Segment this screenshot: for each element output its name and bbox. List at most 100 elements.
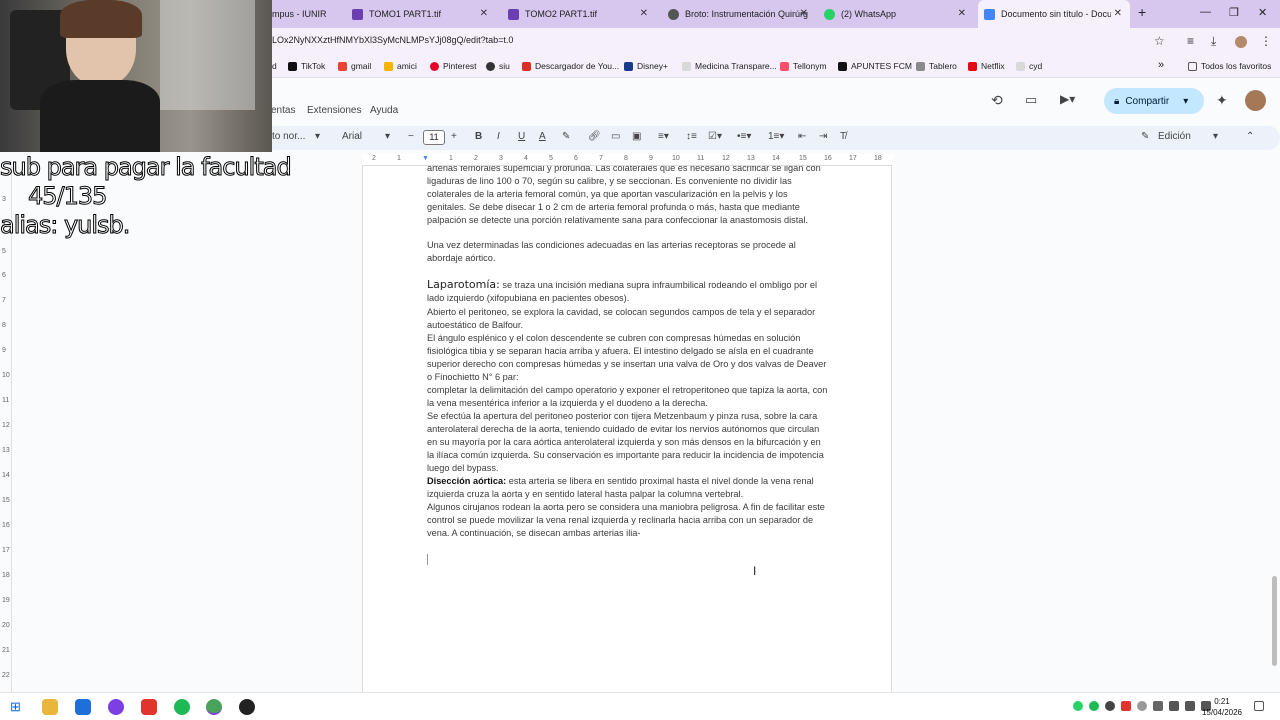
indent-marker-icon[interactable]: ▼	[422, 155, 429, 162]
clock[interactable]: 0:21 15/04/2026	[1202, 696, 1242, 718]
wifi-icon[interactable]	[1169, 701, 1179, 711]
chevron-down-icon[interactable]: ▾	[1183, 96, 1188, 107]
app-tray-icon[interactable]	[1121, 701, 1131, 711]
comments-icon[interactable]: ▭	[1025, 92, 1037, 108]
increase-indent-icon[interactable]: ⇥	[819, 131, 827, 142]
document-page[interactable]: arterias femorales superficial y profund…	[362, 166, 892, 692]
download-icon[interactable]: ⤓	[1211, 34, 1216, 49]
link-icon[interactable]: 🔗︎	[588, 131, 601, 142]
bookmark-pinterest[interactable]: Pinterest	[430, 61, 477, 71]
menu-tools[interactable]: entas	[271, 105, 295, 116]
volume-icon[interactable]	[1185, 701, 1195, 711]
bookmark-medicina[interactable]: Medicina Transpare...	[682, 61, 777, 71]
paragraph[interactable]: Algunos cirujanos rodean la aorta pero s…	[427, 501, 829, 540]
chrome-icon[interactable]	[206, 699, 222, 715]
close-icon[interactable]: ✕	[800, 8, 808, 19]
tab-docs-active[interactable]: Documento sin título - Docum ✕	[978, 0, 1130, 28]
menu-extensions[interactable]: Extensiones	[307, 105, 361, 116]
share-button[interactable]: 🔒︎ Compartir ▾	[1104, 88, 1204, 114]
bookmark[interactable]: d	[272, 61, 277, 71]
horizontal-ruler[interactable]: 2 1 ▼ 1 2 3 4 5 6 7 8 9 10 11 12 13 14 1…	[362, 154, 892, 166]
chrome-alt-icon[interactable]	[239, 699, 255, 715]
paragraph[interactable]: arterias femorales superficial y profund…	[427, 166, 829, 227]
gemini-icon[interactable]: ✦	[1216, 92, 1228, 109]
paragraph[interactable]: Laparotomía: se traza una incisión media…	[427, 278, 829, 305]
paragraph[interactable]: Se efectúa la apertura del peritoneo pos…	[427, 410, 829, 475]
file-explorer-icon[interactable]	[42, 699, 58, 715]
chevron-down-icon[interactable]: ▾	[315, 131, 320, 142]
bold-icon[interactable]: B	[475, 131, 482, 142]
meet-icon[interactable]: ▶▾	[1060, 92, 1075, 106]
checklist-icon[interactable]: ☑▾	[708, 131, 722, 142]
restore-icon[interactable]: ❐	[1229, 6, 1239, 19]
bookmark-tellonym[interactable]: Tellonym	[780, 61, 827, 71]
bookmark-youtube-dl[interactable]: Descargador de You...	[522, 61, 619, 71]
minimize-icon[interactable]: —	[1200, 6, 1211, 18]
paragraph[interactable]: Disección aórtica: esta arteria se liber…	[427, 475, 829, 501]
underline-icon[interactable]: U	[518, 131, 525, 142]
comment-icon[interactable]: ▭	[611, 131, 620, 142]
line-spacing-icon[interactable]: ↕≡	[686, 131, 697, 142]
tab-tomo1[interactable]: TOMO1 PART1.tif ✕	[344, 0, 496, 28]
menu-icon[interactable]: ⋮	[1260, 34, 1272, 48]
bookmark-amici[interactable]: amici	[384, 61, 417, 71]
align-icon[interactable]: ≡▾	[658, 131, 669, 142]
mode-select[interactable]: Edición	[1158, 131, 1191, 142]
chrome-profile-icon[interactable]	[108, 699, 124, 715]
app-red-icon[interactable]	[141, 699, 157, 715]
spotify-icon[interactable]	[174, 699, 190, 715]
notification-icon[interactable]	[1254, 701, 1264, 711]
reading-list-icon[interactable]: ≡	[1187, 34, 1194, 48]
chevron-down-icon[interactable]: ▾	[385, 131, 390, 142]
close-icon[interactable]: ✕	[640, 8, 648, 19]
url-field[interactable]: LOx2NyNXXztHfNMYbXl3SyMcNLMPsYJj08gQ/edi…	[272, 35, 513, 45]
text-color-icon[interactable]: A	[539, 131, 546, 142]
tab-whatsapp[interactable]: (2) WhatsApp ✕	[818, 0, 974, 28]
bookmark-netflix[interactable]: Netflix	[968, 61, 1005, 71]
store-icon[interactable]	[75, 699, 91, 715]
font-size-input[interactable]: 11	[423, 130, 445, 145]
avatar[interactable]	[1245, 90, 1266, 111]
bookmark-disney[interactable]: Disney+	[624, 61, 668, 71]
bookmark-tablero[interactable]: Tablero	[916, 61, 957, 71]
bookmark-cyd[interactable]: cyd	[1016, 61, 1042, 71]
style-select[interactable]: to nor...	[272, 131, 305, 142]
tab-campus[interactable]: mpus - IUNIR	[272, 0, 342, 28]
spotify-tray-icon[interactable]	[1089, 701, 1099, 711]
paragraph[interactable]: El ángulo esplénico y el colon descenden…	[427, 332, 829, 384]
whatsapp-tray-icon[interactable]	[1073, 701, 1083, 711]
settings-tray-icon[interactable]	[1137, 701, 1147, 711]
bookmark-tiktok[interactable]: TikTok	[288, 61, 325, 71]
more-bookmarks-icon[interactable]: »	[1158, 59, 1164, 71]
profile-avatar[interactable]	[1235, 36, 1247, 48]
font-select[interactable]: Arial	[342, 131, 362, 142]
tab-broto[interactable]: Broto: Instrumentación Quirúrg ✕	[660, 0, 816, 28]
chevron-down-icon[interactable]: ▾	[1213, 131, 1218, 142]
close-icon[interactable]: ✕	[1114, 8, 1122, 19]
paragraph[interactable]: completar la delimitación del campo oper…	[427, 384, 829, 410]
bookmark-gmail[interactable]: gmail	[338, 61, 371, 71]
usb-tray-icon[interactable]	[1153, 701, 1163, 711]
all-bookmarks[interactable]: Todos los favoritos	[1188, 61, 1271, 71]
clear-format-icon[interactable]: T̸	[840, 131, 846, 142]
image-icon[interactable]: ▣	[632, 131, 641, 142]
discord-tray-icon[interactable]	[1105, 701, 1115, 711]
decrease-size-icon[interactable]: −	[408, 131, 414, 142]
bookmark-apuntes[interactable]: APUNTES FCM	[838, 61, 912, 71]
italic-icon[interactable]: I	[497, 131, 500, 142]
scrollbar-thumb[interactable]	[1272, 576, 1277, 666]
bookmark-siu[interactable]: siu	[486, 61, 510, 71]
windows-start-icon[interactable]: ⊞	[10, 699, 26, 715]
decrease-indent-icon[interactable]: ⇤	[798, 131, 806, 142]
collapse-menu-icon[interactable]: ⌃	[1246, 131, 1254, 142]
history-icon[interactable]: ⟲	[991, 92, 1003, 109]
close-window-icon[interactable]: ✕	[1258, 6, 1267, 19]
paragraph[interactable]: Abierto el peritoneo, se explora la cavi…	[427, 306, 829, 332]
scrollbar[interactable]	[1270, 166, 1280, 692]
highlight-icon[interactable]: ✎	[562, 131, 570, 142]
menu-help[interactable]: Ayuda	[370, 105, 398, 116]
new-tab-button[interactable]: +	[1138, 4, 1146, 20]
increase-size-icon[interactable]: +	[451, 131, 457, 142]
close-icon[interactable]: ✕	[958, 8, 966, 19]
tab-tomo2[interactable]: TOMO2 PART1.tif ✕	[500, 0, 656, 28]
